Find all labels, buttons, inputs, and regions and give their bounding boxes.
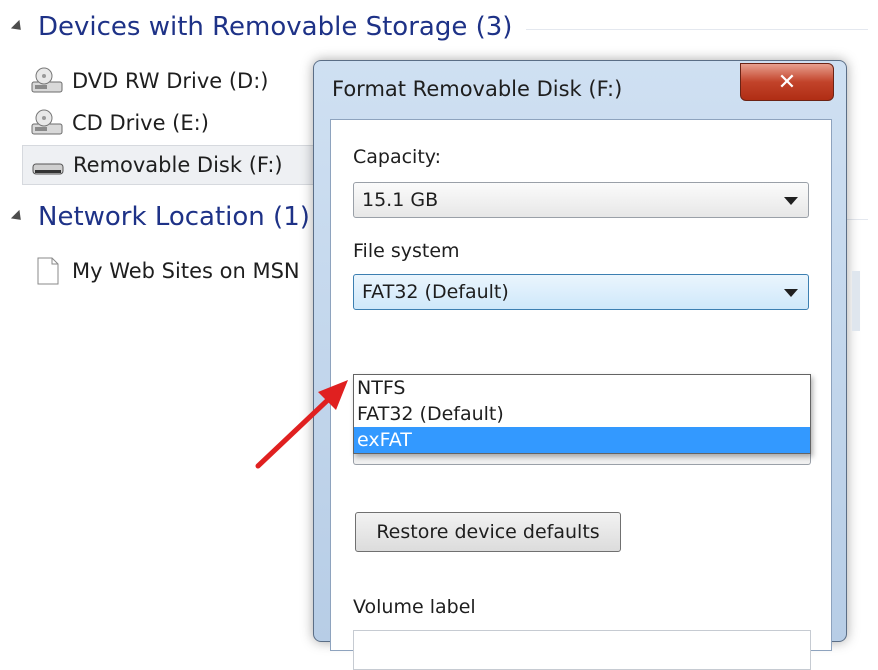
filesystem-dropdown-list: NTFS FAT32 (Default) exFAT — [353, 374, 811, 454]
group-title: Network Location (1) — [38, 202, 310, 232]
filesystem-select[interactable]: FAT32 (Default) — [353, 274, 809, 310]
drive-item-cd[interactable]: CD Drive (E:) — [22, 104, 209, 142]
dvd-drive-icon — [30, 66, 64, 96]
chevron-down-icon — [784, 197, 798, 205]
close-icon: ✕ — [777, 69, 797, 95]
document-icon — [30, 256, 64, 286]
volume-label-input[interactable] — [353, 630, 811, 670]
filesystem-label: File system — [353, 240, 460, 262]
drive-label: CD Drive (E:) — [72, 111, 209, 135]
filesystem-option-exfat[interactable]: exFAT — [354, 427, 810, 453]
removable-disk-icon — [31, 150, 65, 180]
drive-item-removable-disk[interactable]: Removable Disk (F:) — [22, 145, 331, 185]
close-button[interactable]: ✕ — [740, 63, 834, 101]
filesystem-option-ntfs[interactable]: NTFS — [354, 375, 810, 401]
group-header-removable-storage[interactable]: Devices with Removable Storage (3) — [8, 12, 868, 42]
dialog-title: Format Removable Disk (F:) — [332, 77, 623, 101]
collapse-triangle-icon[interactable] — [10, 19, 26, 35]
dialog-client-area: Capacity: 15.1 GB File system FAT32 (Def… — [330, 119, 832, 670]
collapse-triangle-icon[interactable] — [10, 209, 26, 225]
filesystem-value: FAT32 (Default) — [362, 281, 509, 303]
chevron-down-icon — [784, 289, 798, 297]
cd-drive-icon — [30, 108, 64, 138]
volume-label-caption: Volume label — [353, 596, 476, 618]
restore-defaults-button[interactable]: Restore device defaults — [355, 512, 621, 552]
group-divider — [526, 28, 868, 30]
drive-item-dvd[interactable]: DVD RW Drive (D:) — [22, 62, 269, 100]
dialog-edge-strip — [852, 271, 860, 331]
capacity-label: Capacity: — [353, 146, 442, 168]
capacity-value: 15.1 GB — [362, 189, 439, 211]
drive-label: Removable Disk (F:) — [73, 153, 283, 177]
drive-label: DVD RW Drive (D:) — [72, 69, 269, 93]
format-dialog: Format Removable Disk (F:) ✕ Capacity: 1… — [313, 60, 860, 670]
filesystem-option-fat32[interactable]: FAT32 (Default) — [354, 401, 810, 427]
network-item-label: My Web Sites on MSN — [72, 259, 300, 283]
network-item-my-web-sites[interactable]: My Web Sites on MSN — [22, 252, 300, 290]
capacity-select[interactable]: 15.1 GB — [353, 182, 809, 218]
group-title: Devices with Removable Storage (3) — [38, 12, 513, 42]
